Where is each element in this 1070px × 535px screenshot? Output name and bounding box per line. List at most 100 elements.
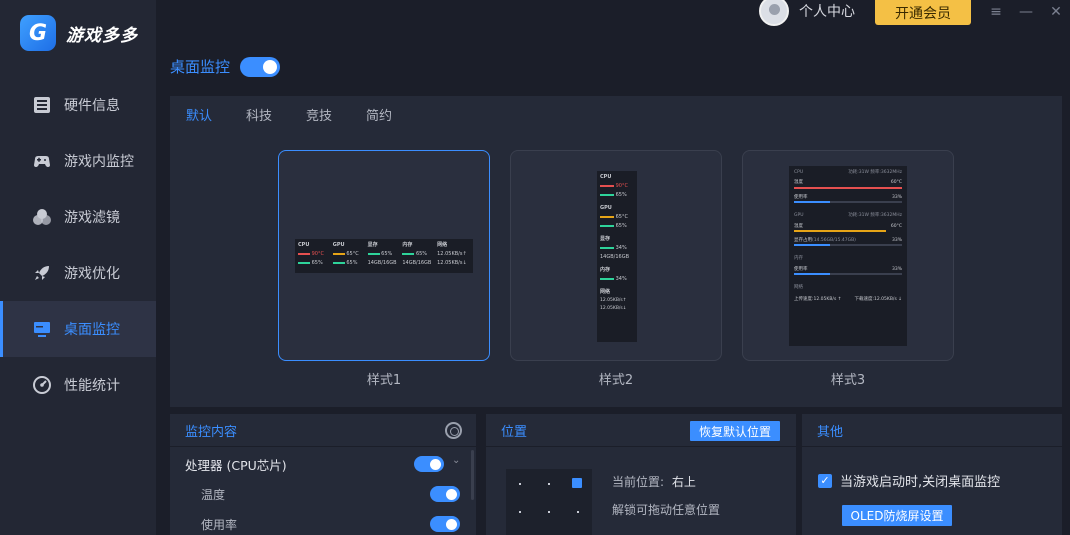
minimize-icon[interactable]: — bbox=[1018, 4, 1034, 20]
preview-label: CPU bbox=[298, 242, 310, 248]
close-on-game-checkbox[interactable]: ✓ bbox=[818, 473, 832, 488]
preview-label: 使用率 bbox=[794, 194, 808, 200]
current-position: 当前位置: 右上 bbox=[612, 473, 696, 490]
preview-value: 90°C bbox=[311, 251, 324, 257]
sidebar-item-label: 游戏内监控 bbox=[64, 154, 134, 170]
style-card-1[interactable]: CPU GPU 显存 内存 网络 90°C 65°C 65% 65% 12.05… bbox=[278, 150, 490, 361]
preview-value: 60°C bbox=[890, 223, 902, 229]
preview-value: 上传速度:12.05KB/s ↑ bbox=[794, 296, 842, 302]
sidebar-nav: 硬件信息 游戏内监控 游戏滤镜 游戏优化 桌面监控 性能统计 bbox=[0, 77, 156, 413]
preview-value: 90°C bbox=[615, 183, 628, 189]
other-panel: 其他 ✓ 当游戏启动时,关闭桌面监控 OLED防烧屏设置 bbox=[802, 414, 1062, 535]
style-panel: 默认 科技 竞技 简约 CPU GPU 显存 内存 网络 90°C 65°C 6… bbox=[170, 96, 1062, 407]
sidebar-item-label: 游戏滤镜 bbox=[64, 210, 120, 226]
title-bar: 个人中心 开通会员 ≡ — ✕ bbox=[156, 0, 1070, 28]
scrollbar[interactable] bbox=[471, 450, 474, 500]
app-window: G 游戏多多 硬件信息 游戏内监控 游戏滤镜 游戏优化 桌面监控 性能统计 个人… bbox=[0, 0, 1070, 535]
panel-title: 位置 bbox=[501, 424, 528, 440]
preview-value: (14.56GB/15.47GB) bbox=[812, 237, 856, 243]
sidebar-item-stats[interactable]: 性能统计 bbox=[0, 357, 156, 413]
style-card-3[interactable]: CPU 功耗:31W 频率:3632MHz 温度 60°C 使用率 33% GPU 功耗… bbox=[742, 150, 954, 361]
vip-button[interactable]: 开通会员 bbox=[875, 0, 971, 25]
page-title: 桌面监控 bbox=[170, 58, 231, 76]
avatar[interactable] bbox=[759, 0, 789, 26]
tab-esports[interactable]: 竞技 bbox=[306, 105, 366, 124]
preview-label: GPU bbox=[600, 205, 612, 211]
temp-toggle[interactable] bbox=[430, 486, 460, 502]
preview-value: 14GB/16GB bbox=[402, 260, 432, 266]
preview-value: 65% bbox=[381, 251, 393, 257]
preview-value: 14GB/16GB bbox=[600, 254, 630, 260]
preview-value: 33% bbox=[891, 266, 902, 272]
sidebar-item-label: 硬件信息 bbox=[64, 98, 120, 114]
main-content: 桌面监控 默认 科技 竞技 简约 CPU GPU 显存 内存 网络 90°C 6… bbox=[156, 28, 1070, 535]
gauge-icon bbox=[33, 376, 51, 394]
preview-label: 网络 bbox=[600, 289, 611, 295]
sidebar-item-label: 游戏优化 bbox=[64, 266, 120, 282]
sidebar: G 游戏多多 硬件信息 游戏内监控 游戏滤镜 游戏优化 桌面监控 性能统计 bbox=[0, 0, 156, 535]
temp-label: 温度 bbox=[201, 487, 226, 502]
gamepad-icon bbox=[34, 156, 50, 167]
preview-value: 33% bbox=[891, 237, 902, 243]
preview-value: 12.05KB/s↓ bbox=[437, 260, 467, 266]
hardware-icon bbox=[34, 97, 50, 113]
preview-label: 内存 bbox=[600, 267, 611, 273]
preview-value: 65% bbox=[346, 260, 358, 266]
gear-icon[interactable] bbox=[445, 422, 462, 439]
chevron-down-icon[interactable]: ⌄ bbox=[452, 455, 460, 466]
sidebar-item-label: 桌面监控 bbox=[64, 322, 120, 338]
sidebar-item-filter[interactable]: 游戏滤镜 bbox=[0, 189, 156, 245]
preview-label: GPU bbox=[794, 213, 804, 219]
app-name: 游戏多多 bbox=[66, 25, 138, 46]
sidebar-item-hardware[interactable]: 硬件信息 bbox=[0, 77, 156, 133]
style3-preview: CPU 功耗:31W 频率:3632MHz 温度 60°C 使用率 33% GPU 功耗… bbox=[789, 166, 907, 346]
position-grid[interactable] bbox=[506, 469, 592, 535]
sidebar-item-ingame-monitor[interactable]: 游戏内监控 bbox=[0, 133, 156, 189]
preview-label: CPU bbox=[794, 170, 804, 175]
filter-icon bbox=[33, 209, 51, 225]
other-header: 其他 bbox=[802, 414, 1062, 447]
style-card-2[interactable]: CPU 90°C 65% GPU 65°C 65% 显存 34% 14GB/16… bbox=[510, 150, 722, 361]
position-header: 位置 恢复默认位置 bbox=[486, 414, 796, 447]
usage-row: 使用率 bbox=[170, 509, 476, 535]
preview-value: 65% bbox=[615, 192, 627, 198]
rocket-icon bbox=[35, 266, 49, 280]
cpu-group-toggle[interactable] bbox=[414, 456, 444, 472]
style1-preview: CPU GPU 显存 内存 网络 90°C 65°C 65% 65% 12.05… bbox=[295, 239, 473, 273]
sidebar-item-optimize[interactable]: 游戏优化 bbox=[0, 245, 156, 301]
selected-position-marker[interactable] bbox=[572, 478, 582, 488]
tab-simple[interactable]: 简约 bbox=[366, 105, 426, 124]
preview-label: 网络 bbox=[794, 285, 803, 291]
preview-label: CPU bbox=[600, 174, 612, 180]
preview-value: 34% bbox=[615, 276, 627, 282]
user-center[interactable]: 个人中心 bbox=[759, 0, 855, 26]
usage-toggle[interactable] bbox=[430, 516, 460, 532]
preview-value: 65% bbox=[415, 251, 428, 257]
menu-icon[interactable]: ≡ bbox=[988, 4, 1004, 20]
preview-value: 33% bbox=[891, 194, 902, 200]
preview-value: 65% bbox=[615, 223, 627, 229]
current-position-label: 当前位置: bbox=[612, 475, 665, 489]
preview-label: 显存 bbox=[367, 242, 378, 248]
sidebar-item-desktop-monitor[interactable]: 桌面监控 bbox=[0, 301, 156, 357]
style2-preview: CPU 90°C 65% GPU 65°C 65% 显存 34% 14GB/16… bbox=[597, 171, 637, 342]
close-icon[interactable]: ✕ bbox=[1048, 4, 1064, 20]
preview-value: 65% bbox=[311, 260, 323, 266]
drag-hint: 解锁可拖动任意位置 bbox=[612, 503, 721, 517]
preview-value: 功耗:31W 频率:3632MHz bbox=[848, 213, 902, 219]
panel-title: 监控内容 bbox=[185, 424, 238, 440]
preview-label: 使用率 bbox=[794, 266, 808, 272]
close-on-game-option[interactable]: ✓ 当游戏启动时,关闭桌面监控 bbox=[818, 471, 1000, 490]
desktop-monitor-toggle[interactable] bbox=[240, 56, 281, 77]
close-on-game-label: 当游戏启动时,关闭桌面监控 bbox=[840, 475, 1001, 490]
preview-value: 34% bbox=[615, 245, 627, 251]
reset-position-button[interactable]: 恢复默认位置 bbox=[690, 421, 780, 441]
preview-label: GPU bbox=[332, 242, 345, 248]
tab-tech[interactable]: 科技 bbox=[246, 105, 306, 124]
tab-default[interactable]: 默认 bbox=[186, 105, 246, 124]
current-position-value: 右上 bbox=[671, 475, 696, 489]
oled-settings-button[interactable]: OLED防烧屏设置 bbox=[842, 505, 952, 526]
monitor-content-header: 监控内容 bbox=[170, 414, 476, 447]
preview-value: 14GB/16GB bbox=[367, 260, 397, 266]
style-label-1: 样式1 bbox=[366, 373, 402, 388]
